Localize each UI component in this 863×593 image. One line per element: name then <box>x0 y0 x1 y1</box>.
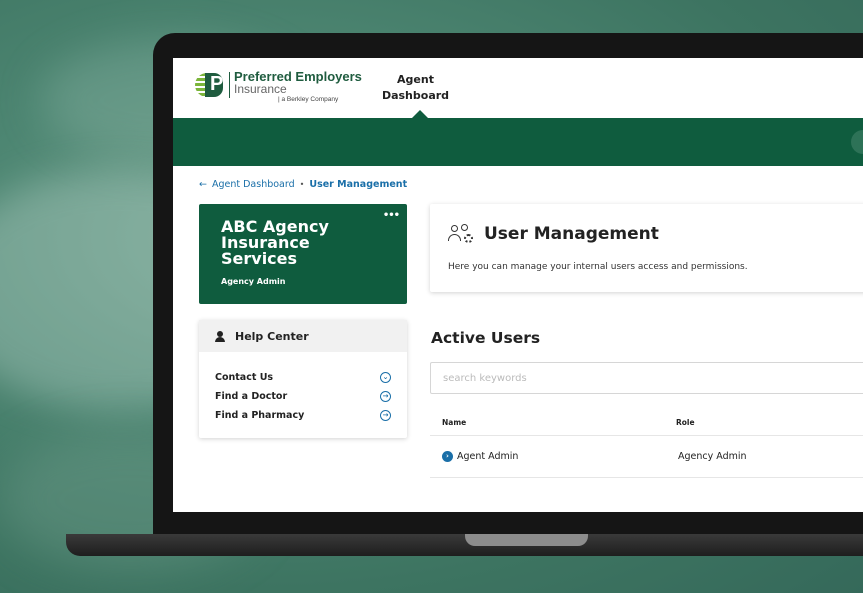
user-name: Agent Admin <box>457 451 519 462</box>
breadcrumb-agent-dashboard[interactable]: Agent Dashboard <box>212 179 295 190</box>
breadcrumb: ← Agent Dashboard • User Management <box>199 179 407 190</box>
help-item-find-doctor[interactable]: Find a Doctor → <box>215 387 391 406</box>
users-settings-icon <box>448 224 474 244</box>
column-header-name[interactable]: Name <box>430 418 666 427</box>
logo-sub: Insurance <box>234 82 287 96</box>
tab-label-line2: Dashboard <box>381 89 450 102</box>
user-management-card: User Management Here you can manage your… <box>430 204 863 292</box>
help-center-header: Help Center <box>199 320 407 352</box>
column-header-role[interactable]: Role <box>666 418 695 427</box>
logo-mark-icon: P <box>195 73 225 97</box>
arrow-right-circle-icon[interactable]: → <box>380 410 391 421</box>
help-center-panel: Help Center Contact Us ⌄ Find a Doctor →… <box>199 320 407 438</box>
support-agent-icon <box>215 330 225 342</box>
laptop-screen: P Preferred Employers Insurance | a Berk… <box>173 58 863 512</box>
agency-role: Agency Admin <box>221 277 286 286</box>
tab-label-line1: Agent <box>397 73 434 86</box>
chevron-down-circle-icon[interactable]: ⌄ <box>380 372 391 383</box>
users-table: Name Role › Agent Admin Agency Admin <box>430 410 863 478</box>
company-logo[interactable]: P Preferred Employers Insurance | a Berk… <box>195 70 362 104</box>
green-banner <box>173 118 863 166</box>
active-tab-caret-icon <box>412 110 428 118</box>
page-description: Here you can manage your internal users … <box>448 262 748 272</box>
back-arrow-icon[interactable]: ← <box>199 179 207 190</box>
user-role: Agency Admin <box>678 451 747 462</box>
laptop-notch <box>465 534 588 546</box>
help-center-title: Help Center <box>235 329 309 343</box>
expand-row-icon[interactable]: › <box>442 451 453 462</box>
breadcrumb-separator: • <box>299 180 305 189</box>
active-users-title: Active Users <box>431 329 541 347</box>
table-row[interactable]: › Agent Admin Agency Admin <box>430 436 863 478</box>
profile-circle-icon[interactable] <box>851 130 863 154</box>
help-item-contact-us[interactable]: Contact Us ⌄ <box>215 368 391 387</box>
more-icon[interactable]: ••• <box>383 210 400 221</box>
search-input[interactable] <box>430 362 863 394</box>
table-header: Name Role <box>430 410 863 436</box>
arrow-right-circle-icon[interactable]: → <box>380 391 391 402</box>
logo-tagline: | a Berkley Company <box>278 96 339 103</box>
help-item-find-pharmacy[interactable]: Find a Pharmacy → <box>215 406 391 425</box>
page-title: User Management <box>484 224 659 244</box>
help-item-label: Contact Us <box>215 372 274 383</box>
help-item-label: Find a Doctor <box>215 391 288 402</box>
agency-name: ABC Agency Insurance Services <box>221 217 329 268</box>
breadcrumb-current: User Management <box>309 179 408 190</box>
help-item-label: Find a Pharmacy <box>215 410 305 421</box>
tab-agent-dashboard[interactable]: Agent Dashboard <box>378 72 453 104</box>
agency-card: ••• ABC Agency Insurance Services Agency… <box>199 204 407 304</box>
top-header: P Preferred Employers Insurance | a Berk… <box>173 58 863 118</box>
